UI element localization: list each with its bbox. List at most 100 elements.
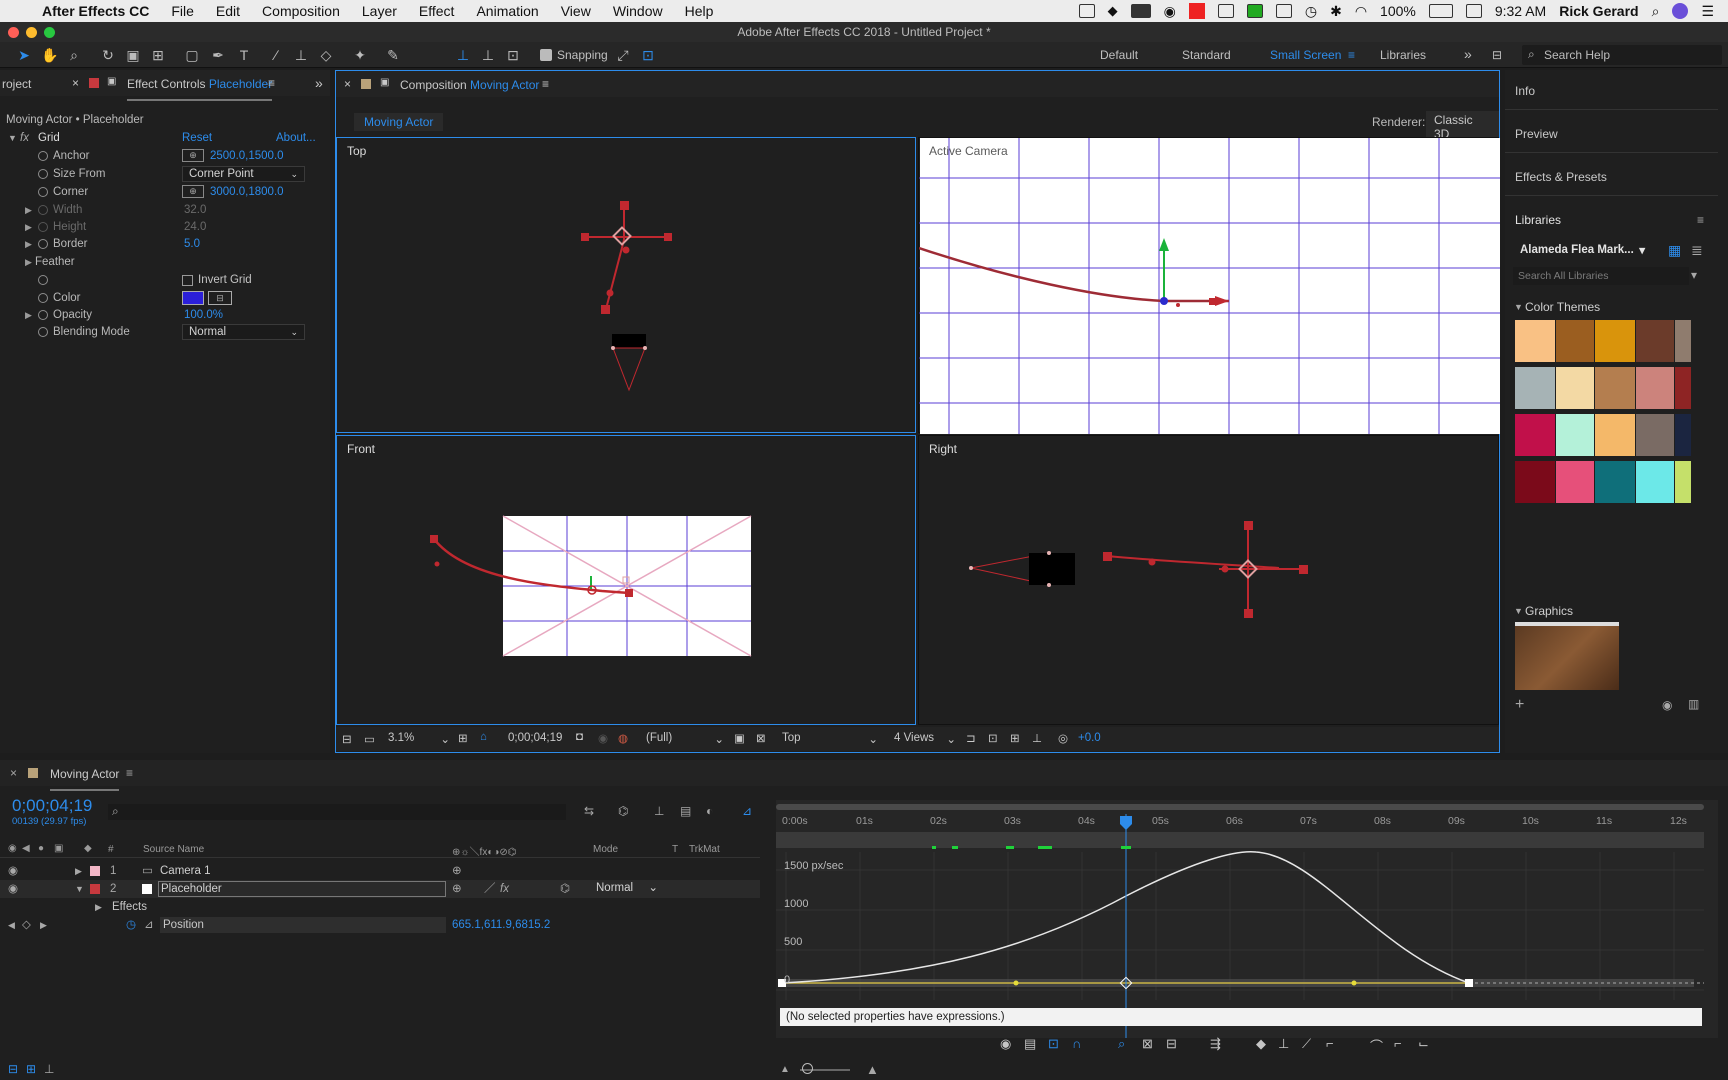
color-theme-swatch[interactable] [1556,320,1594,362]
snapping-checkbox[interactable] [540,49,552,61]
graphic-thumbnail[interactable] [1515,622,1619,690]
quality-icon[interactable]: ／ [484,880,496,898]
effects-presets-panel-tab[interactable]: Effects & Presets [1515,170,1607,184]
color-theme-swatch[interactable] [1675,461,1691,503]
info-panel-tab[interactable]: Info [1515,84,1535,98]
prop-value[interactable]: 100.0% [184,307,223,323]
library-selector[interactable]: Alameda Flea Mark... ▾ [1515,242,1645,260]
about-link[interactable]: About... [276,130,316,146]
expand-icon[interactable]: ▼ [75,880,84,898]
source-name-header[interactable]: Source Name [143,844,204,855]
zoom-tool-icon[interactable]: ⌕ [66,47,82,63]
panel-menu-icon[interactable]: ≡ [126,766,133,780]
easy-ease-out-icon[interactable]: ⌙ [1418,1036,1429,1052]
stopwatch-icon[interactable] [38,239,48,249]
color-theme-swatch[interactable] [1595,367,1635,409]
view-dropdown[interactable]: Top ⌄ [782,732,878,746]
fx-icon[interactable]: fx [20,130,29,146]
panel-menu-icon[interactable]: ≡ [268,76,275,90]
collapse-icon[interactable]: ▼ [1514,302,1523,312]
graph-icon[interactable]: ⊿ [144,916,154,934]
switches-icon[interactable]: ⊕☼＼fx◐◑⊘⌬ [452,843,517,858]
layer-row[interactable]: ◉ ▼ 2 Placeholder ⊕ ／ fx ⌬ Normal ⌄ [0,880,760,898]
playhead-handle[interactable] [1120,816,1132,830]
fit-selection-icon[interactable]: ⊠ [1142,1036,1153,1052]
lock-icon[interactable]: ▣ [54,843,63,854]
preview-panel-tab[interactable]: Preview [1515,127,1558,141]
chevron-down-icon[interactable]: ▾ [1691,268,1697,282]
linear-keyframe-icon[interactable]: ⟋ [1302,1036,1311,1052]
menu-file[interactable]: File [171,3,194,19]
menu-composition[interactable]: Composition [262,3,340,19]
stopwatch-icon[interactable] [38,293,48,303]
effect-controls-tab[interactable]: Effect Controls Placeholder [127,77,273,101]
workspace-libraries[interactable]: Libraries [1380,48,1426,62]
rectangle-tool-icon[interactable]: ▢ [184,47,200,63]
invert-grid-checkbox[interactable] [182,275,193,286]
expand-icon[interactable]: ▶ [25,219,32,235]
graph-editor[interactable]: 0:00s 01s 02s 03s 04s 05s 06s 07s 08s 09s 10s 11s 12… [776,800,1718,1038]
always-preview-icon[interactable]: ⊟ [342,732,352,746]
close-tab-icon[interactable]: × [10,766,17,780]
stopwatch-icon[interactable] [38,205,48,215]
region-of-interest-icon[interactable]: ▣ [734,731,745,745]
solo-icon[interactable]: ● [38,843,44,854]
composition-tab[interactable]: Composition Moving Actor [400,78,539,92]
resolution-dropdown[interactable]: (Full) ⌄ [646,732,724,746]
color-theme-swatch[interactable] [1636,414,1674,456]
close-window-button[interactable] [8,27,19,38]
prop-value[interactable]: 5.0 [184,236,200,252]
monitor-icon[interactable]: ▭ [364,732,375,746]
transform-box-icon[interactable]: ⊡ [1048,1036,1059,1052]
layer-mode-dropdown[interactable]: Normal ⌄ [590,881,662,897]
toggle-pixel-aspect-icon[interactable]: ⊐ [966,731,976,745]
color-theme-swatch[interactable] [1595,320,1635,362]
add-icon[interactable]: + [1515,696,1524,714]
parent-pickwhip-icon[interactable]: ⊕ [452,862,462,880]
search-help-field[interactable]: ⌕ Search Help [1522,45,1722,65]
grid-guides-icon[interactable]: ⊞ [458,731,468,745]
color-theme-swatch[interactable] [1675,367,1691,409]
view-axis-icon[interactable]: ⊡ [505,47,521,63]
graph-options-icon[interactable]: ▤ [1024,1036,1036,1052]
eyedropper-icon[interactable]: ⊟ [208,291,232,305]
puppet-tool-icon[interactable]: ✎ [385,47,401,63]
color-theme-swatch[interactable] [1595,461,1635,503]
spotlight-search-icon[interactable]: ⌕ [1652,3,1660,20]
more-workspaces-icon[interactable]: » [1464,46,1472,62]
color-swatch[interactable] [182,291,204,305]
workspace-small-screen[interactable]: Small Screen [1270,48,1341,62]
color-theme-swatch[interactable] [1636,461,1674,503]
stopwatch-icon[interactable] [38,222,48,232]
eye-icon[interactable]: ◉ [8,862,18,880]
prop-value[interactable]: 2500.0,1500.0 [210,148,284,164]
brush-tool-icon[interactable]: ∕ [268,47,284,63]
prop-value[interactable]: 3000.0,1800.0 [210,184,284,200]
close-tab-icon[interactable]: × [72,76,79,90]
viewport-top[interactable]: Top [336,137,916,433]
separate-dimensions-icon[interactable]: ⇶ [1210,1036,1221,1052]
menu-layer[interactable]: Layer [362,3,397,19]
stack-icon[interactable] [1246,4,1263,18]
expand-icon[interactable]: ▶ [25,236,32,252]
auto-zoom-icon[interactable]: ⌕ [1118,1036,1125,1052]
stopwatch-icon[interactable] [38,310,48,320]
fast-previews-icon[interactable]: ⊡ [988,731,998,745]
auto-bezier-icon[interactable]: ⌐ [1326,1036,1334,1051]
rotate-tool-icon[interactable]: ↻ [100,47,116,63]
effect-row-grid[interactable]: ▼ fx Grid Reset About... [0,130,330,146]
color-theme-swatch[interactable] [1556,461,1594,503]
color-theme-swatch[interactable] [1515,367,1555,409]
channel-icon[interactable]: ◍ [618,731,628,745]
stopwatch-icon[interactable] [38,151,48,161]
position-value[interactable]: 665.1,611.9,6815.2 [452,916,550,934]
viewport-front[interactable]: Front [336,435,916,725]
world-axis-icon[interactable]: ⊥ [480,47,496,63]
collapse-icon[interactable]: ▼ [1514,606,1523,616]
eraser-tool-icon[interactable]: ◇ [318,47,334,63]
timeline-timecode[interactable]: 0;00;04;19 [12,796,92,816]
parent-pickwhip-icon[interactable]: ⊕ [452,880,462,898]
expand-panels-icon[interactable]: » [315,75,323,91]
menu-animation[interactable]: Animation [476,3,538,19]
panel-menu-icon[interactable]: ≡ [542,77,549,91]
